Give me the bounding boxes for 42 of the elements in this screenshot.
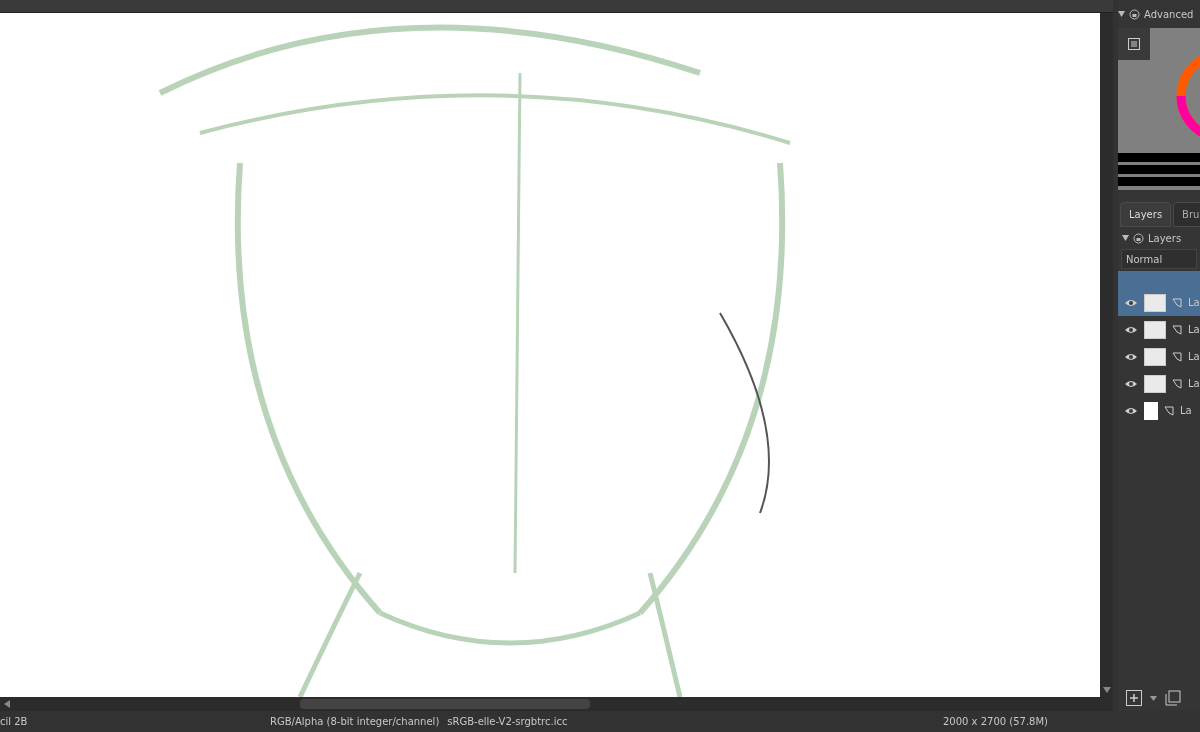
caret-icon[interactable] [1150,695,1157,701]
status-image-size: 2000 x 2700 (57.8M) [942,715,1048,729]
layer-name: La [1180,404,1192,418]
layer-name: La [1188,296,1200,310]
eye-icon[interactable] [1124,405,1138,416]
layer-name: La [1188,350,1200,364]
status-tool: cil 2B [0,715,29,729]
vertical-scrollbar[interactable] [1100,13,1113,697]
status-color-model: RGB/Alpha (8-bit integer/channel) [270,715,440,729]
duplicate-icon[interactable] [1165,690,1181,706]
layer-name: La [1188,323,1200,337]
docker-title: Advanced [1144,7,1194,22]
eye-icon[interactable] [1124,378,1138,389]
left-arrow-icon[interactable] [4,700,10,708]
lock-icon[interactable] [1133,232,1144,244]
tab[interactable]: Layers [1120,202,1172,227]
docker-title: Layers [1148,231,1182,246]
tab[interactable]: Bru [1173,202,1200,227]
status-profile: sRGB-elle-V2-srgbtrc.icc [447,715,568,729]
list-icon [1128,38,1140,50]
settings-button[interactable] [1118,28,1150,60]
layer-row[interactable]: La [1118,397,1200,424]
inherit-alpha-icon[interactable] [1172,324,1182,335]
inherit-alpha-icon[interactable] [1172,378,1182,389]
lock-icon[interactable] [1129,8,1140,20]
inherit-alpha-icon[interactable] [1172,351,1182,362]
eye-icon[interactable] [1124,324,1138,335]
eye-icon[interactable] [1124,297,1138,308]
horizontal-scrollbar[interactable] [0,697,1113,711]
down-arrow-icon[interactable] [1102,687,1111,693]
blend-mode-dropdown[interactable]: Normal [1121,249,1197,269]
layer-row[interactable]: La [1118,316,1200,343]
inherit-alpha-icon[interactable] [1164,405,1174,416]
collapse-arrow-icon[interactable] [1118,11,1125,17]
add-layer-button[interactable] [1126,690,1142,706]
inherit-alpha-icon[interactable] [1172,297,1182,308]
layer-row[interactable]: La [1118,370,1200,397]
eye-icon[interactable] [1124,351,1138,362]
plus-icon [1130,694,1138,702]
layer-name: La [1188,377,1200,391]
layer-row[interactable]: La [1118,343,1200,370]
collapse-arrow-icon[interactable] [1122,235,1129,241]
